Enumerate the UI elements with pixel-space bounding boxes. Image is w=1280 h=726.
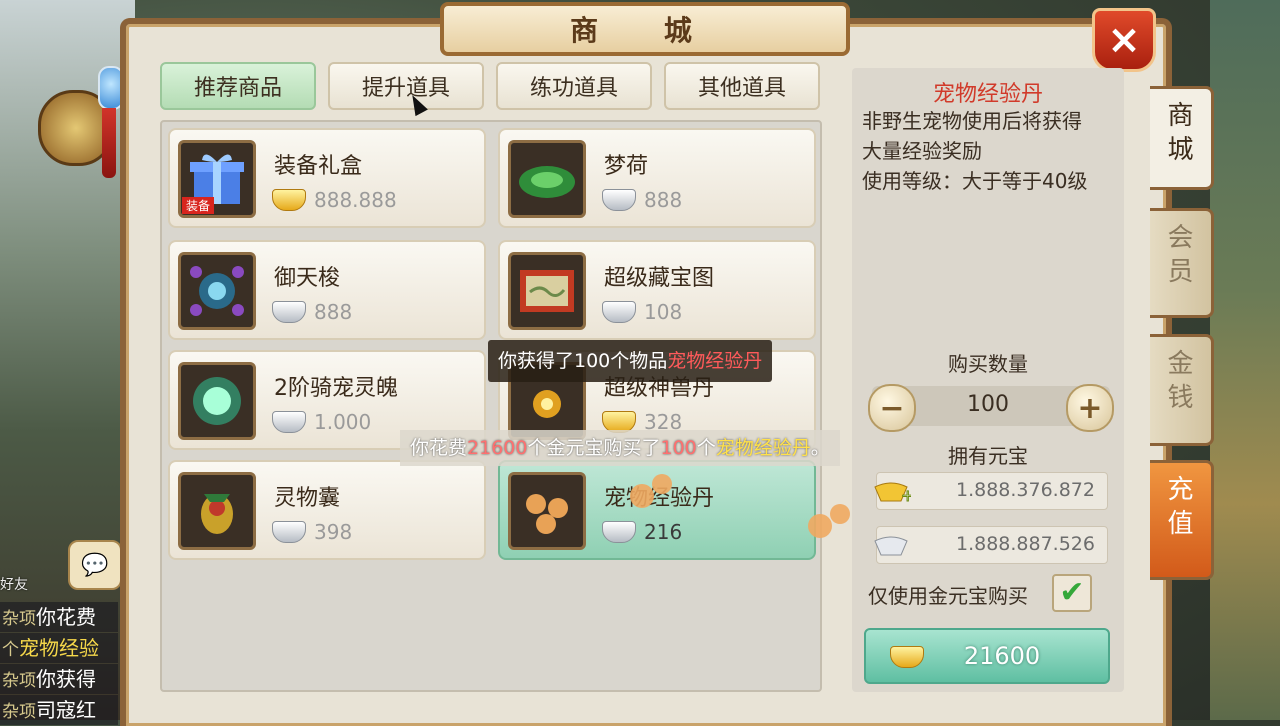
chat-line: 杂项你花费 bbox=[0, 602, 118, 632]
tab-recommended[interactable]: 推荐商品 bbox=[160, 62, 316, 110]
price-row: 888 bbox=[602, 188, 682, 212]
side-tab-shop[interactable]: 商城 bbox=[1150, 86, 1214, 190]
gold-ingot-icon bbox=[272, 189, 306, 211]
only-gold-checkbox[interactable]: ✔ bbox=[1052, 574, 1092, 612]
quantity-label: 购买数量 bbox=[948, 352, 1028, 376]
buy-button[interactable]: 21600 bbox=[864, 628, 1110, 684]
silver-balance: 1.888.887.526 bbox=[955, 533, 1095, 555]
item-card-menghe[interactable]: 梦荷 888 bbox=[498, 128, 816, 228]
treasure-map-icon bbox=[508, 252, 586, 330]
item-card-treasure-map[interactable]: 超级藏宝图 108 bbox=[498, 240, 816, 340]
obtain-notification: 你获得了100个物品宠物经验丹 bbox=[488, 340, 773, 382]
chat-line: 杂项你获得 bbox=[0, 664, 118, 694]
item-price: 888 bbox=[644, 188, 683, 212]
price-row: 398 bbox=[272, 520, 352, 544]
silver-ingot-icon bbox=[602, 189, 636, 211]
silver-ingot-icon bbox=[272, 301, 306, 323]
silver-ingot-icon bbox=[602, 301, 636, 323]
gold-balance: 1.888.376.872 bbox=[955, 479, 1095, 501]
price-row: 108 bbox=[602, 300, 682, 324]
silver-ingot-icon bbox=[602, 521, 636, 543]
owned-currency-label: 拥有元宝 bbox=[948, 444, 1028, 468]
side-tab-recharge[interactable]: 充值 bbox=[1150, 460, 1214, 580]
svg-text:+: + bbox=[901, 486, 911, 503]
tab-training-items[interactable]: 练功道具 bbox=[496, 62, 652, 110]
quantity-value: 100 bbox=[967, 392, 1009, 417]
side-tab-membership[interactable]: 会员 bbox=[1150, 208, 1214, 318]
tab-upgrade-items[interactable]: 提升道具 bbox=[328, 62, 484, 110]
game-scene-right bbox=[1210, 0, 1280, 720]
item-price: 398 bbox=[314, 520, 353, 544]
panel-title: 商 城 bbox=[440, 2, 850, 56]
pouch-icon bbox=[178, 472, 256, 550]
flying-pill-effect bbox=[630, 474, 672, 508]
item-name: 超级藏宝图 bbox=[604, 266, 715, 291]
buy-total: 21600 bbox=[963, 642, 1041, 670]
price-row: 888.888 bbox=[272, 188, 397, 212]
item-name: 2阶骑宠灵魄 bbox=[274, 376, 398, 401]
item-name: 灵物囊 bbox=[274, 486, 341, 511]
tassel-decoration bbox=[102, 108, 116, 178]
close-icon: × bbox=[1107, 17, 1141, 63]
item-name: 装备礼盒 bbox=[274, 154, 363, 179]
detail-description: 非野生宠物使用后将获得 大量经验奖励 使用等级：大于等于40级 bbox=[862, 109, 1088, 193]
chat-line: 个宠物经验 bbox=[0, 633, 118, 663]
item-price: 888.888 bbox=[314, 188, 397, 212]
price-row: 888 bbox=[272, 300, 352, 324]
lotus-leaf-icon bbox=[508, 140, 586, 218]
price-row: 1.000 bbox=[272, 410, 371, 434]
item-detail-panel: 宠物经验丹 非野生宠物使用后将获得 大量经验奖励 使用等级：大于等于40级 购买… bbox=[852, 68, 1124, 692]
chat-log: 杂项你花费 个宠物经验 杂项你获得 杂项司寇红 bbox=[0, 602, 118, 726]
close-button[interactable]: × bbox=[1092, 8, 1156, 72]
friends-label[interactable]: 好友 bbox=[0, 574, 28, 594]
silver-ingot-icon bbox=[272, 521, 306, 543]
item-price: 888 bbox=[314, 300, 353, 324]
flying-pill-effect bbox=[808, 504, 850, 538]
only-gold-label: 仅使用金元宝购买 bbox=[868, 584, 1028, 608]
checkmark-icon: ✔ bbox=[1059, 575, 1085, 610]
chat-bubble-icon[interactable]: 💬 bbox=[68, 540, 122, 590]
gold-balance-row: + 1.888.376.872 bbox=[874, 472, 1108, 510]
side-tab-money[interactable]: 金钱 bbox=[1150, 334, 1214, 446]
giftbox-icon: 装备 bbox=[178, 140, 256, 218]
item-price: 216 bbox=[644, 520, 683, 544]
equip-badge: 装备 bbox=[182, 197, 215, 214]
item-card-spirit-pouch[interactable]: 灵物囊 398 bbox=[168, 460, 486, 560]
tab-other-items[interactable]: 其他道具 bbox=[664, 62, 820, 110]
exp-pill-icon bbox=[508, 472, 586, 550]
silver-balance-row: 1.888.887.526 bbox=[874, 526, 1108, 564]
gold-ingot-plus-icon[interactable]: + bbox=[871, 477, 911, 503]
silver-ingot-icon bbox=[874, 536, 908, 556]
item-card-yutiansuo[interactable]: 御天梭 888 bbox=[168, 240, 486, 340]
item-price: 108 bbox=[644, 300, 683, 324]
spirit-orb-icon bbox=[178, 362, 256, 440]
shuttle-icon bbox=[178, 252, 256, 330]
silver-ingot-icon bbox=[272, 411, 306, 433]
detail-title: 宠物经验丹 bbox=[932, 82, 1043, 107]
price-row: 216 bbox=[602, 520, 682, 544]
item-name: 御天梭 bbox=[274, 266, 341, 291]
item-price: 1.000 bbox=[314, 410, 372, 434]
purchase-notification: 你花费21600个金元宝购买了100个宠物经验丹。 bbox=[400, 430, 840, 466]
item-name: 梦荷 bbox=[604, 154, 649, 179]
item-card-equip-giftbox[interactable]: 装备 装备礼盒 888.888 bbox=[168, 128, 486, 228]
chat-line: 杂项司寇红 bbox=[0, 695, 118, 725]
